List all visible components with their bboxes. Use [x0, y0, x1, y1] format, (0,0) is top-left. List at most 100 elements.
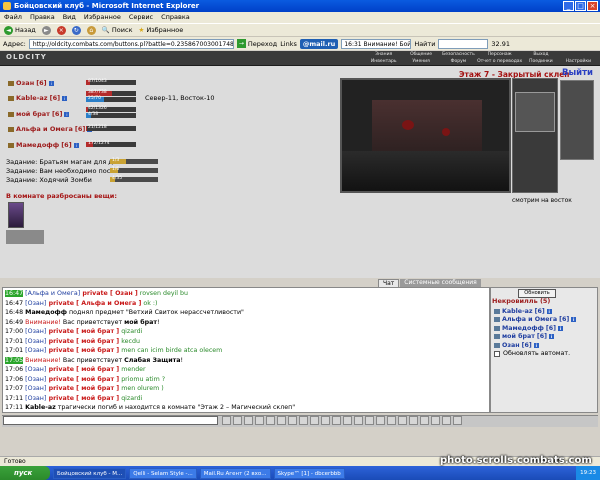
- favorites-button[interactable]: ★ Избранное: [139, 26, 184, 34]
- chat-tool-button[interactable]: [288, 416, 297, 425]
- chat-text[interactable]: [Озан]: [25, 385, 46, 392]
- chat-tool-button[interactable]: [387, 416, 396, 425]
- menu-view[interactable]: Вид: [63, 12, 76, 23]
- search-button[interactable]: 🔍 Поиск: [102, 26, 133, 34]
- go-button[interactable]: → Переход: [236, 39, 277, 48]
- chat-tool-button[interactable]: [442, 416, 451, 425]
- nav-transfers[interactable]: Отчет о переводах: [477, 59, 522, 65]
- nav-settings[interactable]: Настройки: [560, 59, 597, 65]
- chat-text[interactable]: private [ мой брат ]: [46, 385, 120, 392]
- home-button[interactable]: ⌂: [86, 25, 96, 35]
- exit-link[interactable]: Выйти: [562, 68, 593, 78]
- party-member[interactable]: Альфа и Омега [6] i: [8, 125, 93, 133]
- chat-text[interactable]: [Озан]: [25, 338, 46, 345]
- find-button[interactable]: Найти: [414, 40, 435, 48]
- menu-help[interactable]: Справка: [161, 12, 190, 23]
- chat-tool-button[interactable]: [310, 416, 319, 425]
- chat-text[interactable]: [Озан]: [25, 328, 46, 335]
- info-icon[interactable]: i: [48, 80, 54, 86]
- nav-forum[interactable]: Форум: [440, 59, 477, 65]
- chat-tool-button[interactable]: [255, 416, 264, 425]
- movement-arrows[interactable]: [560, 80, 594, 160]
- nav-security[interactable]: Безопасность: [440, 52, 477, 58]
- chat-tool-button[interactable]: [398, 416, 407, 425]
- chat-tool-button[interactable]: [321, 416, 330, 425]
- taskbar-item[interactable]: Mail.Ru Агент (2 вхо...: [199, 467, 271, 479]
- menu-file[interactable]: Файл: [4, 12, 22, 23]
- taskbar-item[interactable]: Бойцовский клуб - M...: [53, 467, 127, 479]
- chat-text[interactable]: private [ мой брат ]: [46, 347, 120, 354]
- chat-tool-button[interactable]: [277, 416, 286, 425]
- chat-tool-button[interactable]: [233, 416, 242, 425]
- maximize-button[interactable]: □: [575, 1, 586, 11]
- nav-skills[interactable]: Умения: [402, 59, 439, 65]
- dropped-item-image[interactable]: [8, 202, 24, 228]
- chat-tool-button[interactable]: [299, 416, 308, 425]
- nav-knowledge[interactable]: Знания: [365, 52, 402, 58]
- tab-chat[interactable]: Чат: [378, 279, 400, 287]
- online-user[interactable]: Озан [6] i: [494, 341, 576, 350]
- chat-text[interactable]: private [ мой брат ]: [46, 328, 120, 335]
- online-user[interactable]: Kable-az [6] i: [494, 307, 576, 316]
- find-field[interactable]: [438, 38, 489, 49]
- online-user[interactable]: мой брат [6] i: [494, 333, 576, 342]
- nav-character[interactable]: Персонаж: [477, 52, 522, 58]
- online-user[interactable]: Альфа и Омега [6] i: [494, 316, 577, 325]
- party-member[interactable]: Мамедофф [6] i: [8, 141, 79, 149]
- nav-inventory[interactable]: Инвентарь: [365, 59, 402, 65]
- info-icon[interactable]: i: [533, 342, 539, 348]
- taskbar-item[interactable]: Qelli - Selam Style -...: [129, 467, 197, 479]
- forward-button[interactable]: ►: [41, 25, 51, 35]
- chat-message-input[interactable]: [3, 416, 218, 425]
- chat-tool-button[interactable]: [431, 416, 440, 425]
- info-icon[interactable]: i: [64, 111, 70, 117]
- chat-text[interactable]: private [ мой брат ]: [46, 395, 120, 402]
- menu-favorites[interactable]: Избранное: [84, 12, 121, 23]
- chat-tool-button[interactable]: [409, 416, 418, 425]
- party-member[interactable]: Kable-az [6] i: [8, 94, 68, 102]
- auto-refresh-checkbox[interactable]: [494, 350, 500, 357]
- info-icon[interactable]: i: [549, 334, 555, 340]
- chat-tool-button[interactable]: [244, 416, 253, 425]
- chat-text[interactable]: [Озан]: [25, 347, 46, 354]
- chat-text[interactable]: [Озан]: [25, 366, 46, 373]
- nav-communication[interactable]: Общение: [402, 52, 439, 58]
- chat-tool-button[interactable]: [420, 416, 429, 425]
- chat-text[interactable]: [Альфа и Омега]: [25, 290, 80, 297]
- taskbar-item[interactable]: Skype™ [1] - dbcerbbb: [273, 467, 345, 479]
- chat-text[interactable]: private [ мой брат ]: [46, 376, 120, 383]
- info-icon[interactable]: i: [557, 325, 563, 331]
- chat-text[interactable]: private [ мой брат ]: [46, 338, 120, 345]
- nav-exit[interactable]: Выход: [522, 52, 559, 58]
- chat-tool-button[interactable]: [354, 416, 363, 425]
- back-button[interactable]: ◄ Назад: [4, 25, 36, 35]
- nav-fights[interactable]: Поединки: [522, 59, 559, 65]
- chat-text[interactable]: private [ мой брат ]: [46, 366, 120, 373]
- chat-tool-button[interactable]: [376, 416, 385, 425]
- party-member[interactable]: Озан [6] i: [8, 79, 54, 87]
- chat-text[interactable]: [Озан]: [25, 300, 46, 307]
- stop-button[interactable]: ×: [56, 25, 66, 35]
- menu-edit[interactable]: Правка: [30, 12, 55, 23]
- chat-text[interactable]: [Озан]: [25, 395, 46, 402]
- menu-tools[interactable]: Сервис: [129, 12, 153, 23]
- info-icon[interactable]: i: [571, 317, 577, 323]
- links-label[interactable]: Links: [280, 40, 297, 48]
- info-icon[interactable]: i: [73, 142, 79, 148]
- info-icon[interactable]: i: [546, 308, 552, 314]
- chat-tool-button[interactable]: [365, 416, 374, 425]
- mailru-search-field[interactable]: 16:31 Внимание! Бой: [341, 38, 412, 49]
- info-icon[interactable]: i: [62, 95, 68, 101]
- start-button[interactable]: пуск: [0, 466, 50, 480]
- chat-tool-button[interactable]: [222, 416, 231, 425]
- chat-text[interactable]: private [ Озан ]: [80, 290, 137, 297]
- minimize-button[interactable]: _: [563, 1, 574, 11]
- chat-tool-button[interactable]: [343, 416, 352, 425]
- mailru-logo[interactable]: @mail.ru: [299, 38, 339, 49]
- online-user[interactable]: Мамедофф [6] i: [494, 324, 576, 333]
- tab-system-messages[interactable]: Системные сообщения: [400, 279, 481, 287]
- dungeon-view[interactable]: [340, 78, 511, 193]
- chat-tool-button[interactable]: [453, 416, 462, 425]
- chat-tool-button[interactable]: [266, 416, 275, 425]
- refresh-button[interactable]: ↻: [71, 25, 81, 35]
